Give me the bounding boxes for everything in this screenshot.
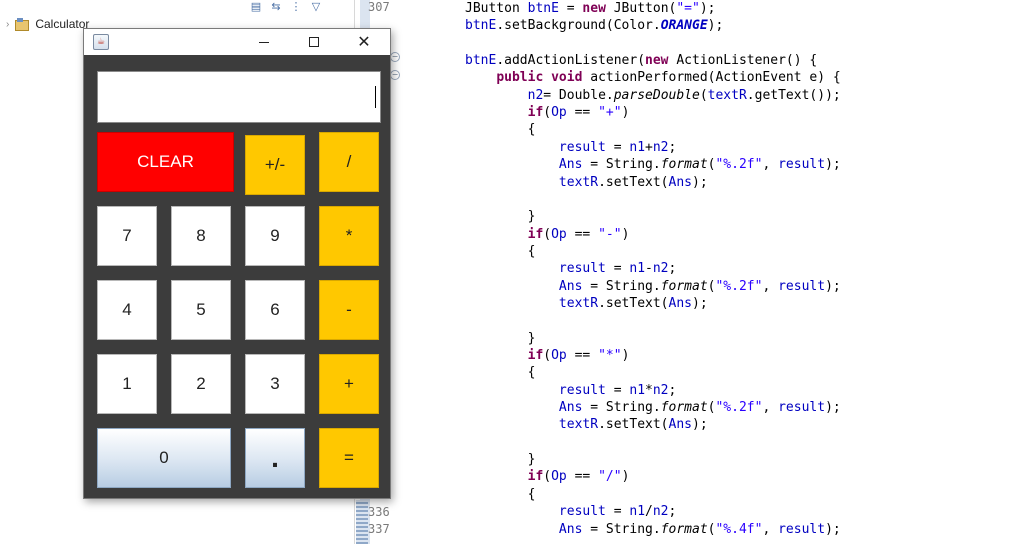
text-caret: [375, 86, 376, 108]
code-line: }: [465, 209, 536, 225]
digit-7-button[interactable]: 7: [97, 206, 157, 266]
chevron-right-icon[interactable]: ›: [6, 19, 9, 30]
code-line: textR.setText(Ans);: [558, 417, 708, 433]
code-line: Ans = String.format("%.2f", result);: [558, 157, 841, 173]
code-line: textR.setText(Ans);: [558, 174, 708, 190]
code-line: Ans = String.format("%.2f", result);: [558, 400, 841, 416]
digit-9-button[interactable]: 9: [245, 206, 305, 266]
code-line: result = n1+n2;: [558, 139, 677, 155]
code-line: if(Op == "+"): [527, 105, 630, 121]
calculator-window: ☕ ✕ CLEAR +/- / 7 8 9 * 4 5 6 - 1 2 3 + …: [83, 28, 391, 499]
digit-2-button[interactable]: 2: [171, 354, 231, 414]
code-line: }: [465, 452, 536, 468]
digit-5-button[interactable]: 5: [171, 280, 231, 340]
fold-collapse-icon[interactable]: −: [390, 52, 400, 62]
clear-button[interactable]: CLEAR: [97, 132, 234, 192]
link-editor-icon[interactable]: ⇆: [270, 1, 282, 13]
multiply-button[interactable]: *: [319, 206, 379, 266]
minimize-icon: [259, 41, 269, 43]
fold-collapse-icon[interactable]: −: [390, 70, 400, 80]
code-line: {: [465, 486, 536, 502]
code-line: public void actionPerformed(ActionEvent …: [496, 70, 841, 86]
code-line: result = n1/n2;: [558, 504, 677, 520]
line-number: 337: [368, 522, 390, 536]
subtract-button[interactable]: -: [319, 280, 379, 340]
maximize-button[interactable]: [289, 29, 339, 55]
code-line: btnE.setBackground(Color.ORANGE);: [465, 18, 724, 34]
code-line: if(Op == "*"): [527, 348, 630, 363]
divide-button[interactable]: /: [319, 132, 379, 192]
tree-item-project[interactable]: › Calculator: [6, 17, 89, 31]
maximize-icon: [309, 37, 319, 47]
code-line: {: [465, 243, 536, 259]
digit-3-button[interactable]: 3: [245, 354, 305, 414]
close-button[interactable]: ✕: [339, 29, 389, 55]
digit-6-button[interactable]: 6: [245, 280, 305, 340]
negate-button[interactable]: +/-: [245, 135, 305, 195]
digit-8-button[interactable]: 8: [171, 206, 231, 266]
overview-marks: [356, 500, 368, 544]
digit-0-button[interactable]: 0: [97, 428, 231, 488]
digit-4-button[interactable]: 4: [97, 280, 157, 340]
add-button[interactable]: +: [319, 354, 379, 414]
code-line: {: [465, 122, 536, 138]
code-line: result = n1-n2;: [558, 261, 677, 277]
code-line: JButton btnE = new JButton("=");: [465, 1, 716, 16]
code-line: Ans = String.format("%.2f", result);: [558, 278, 841, 294]
explorer-toolbar: ▤ ⇆ ⋮ ▽: [250, 0, 322, 14]
collapse-all-icon[interactable]: ▤: [250, 1, 262, 13]
equals-button[interactable]: =: [319, 428, 379, 488]
close-icon: ✕: [357, 32, 371, 51]
project-name: Calculator: [35, 17, 90, 31]
digit-1-button[interactable]: 1: [97, 354, 157, 414]
code-line: if(Op == "/"): [527, 469, 630, 485]
code-line: btnE.addActionListener(new ActionListene…: [465, 53, 818, 69]
code-line: {: [465, 365, 536, 381]
code-line: n2= Double.parseDouble(textR.getText());: [527, 87, 841, 103]
code-line: }: [465, 330, 536, 346]
view-menu-icon[interactable]: ⋮: [290, 1, 302, 13]
window-titlebar[interactable]: ☕ ✕: [84, 29, 390, 55]
decimal-button[interactable]: .: [245, 428, 305, 488]
code-line: Ans = String.format("%.4f", result);: [558, 521, 841, 537]
code-line: result = n1*n2;: [558, 382, 677, 398]
java-project-icon: [15, 18, 30, 31]
minimize-button[interactable]: [239, 29, 289, 55]
code-line: if(Op == "-"): [527, 226, 630, 242]
code-line: textR.setText(Ans);: [558, 295, 708, 311]
line-number: 307: [368, 0, 390, 14]
dropdown-icon[interactable]: ▽: [310, 1, 322, 13]
java-app-icon: ☕: [93, 34, 109, 50]
result-display-field[interactable]: [97, 71, 381, 123]
line-number: 336: [368, 505, 390, 519]
